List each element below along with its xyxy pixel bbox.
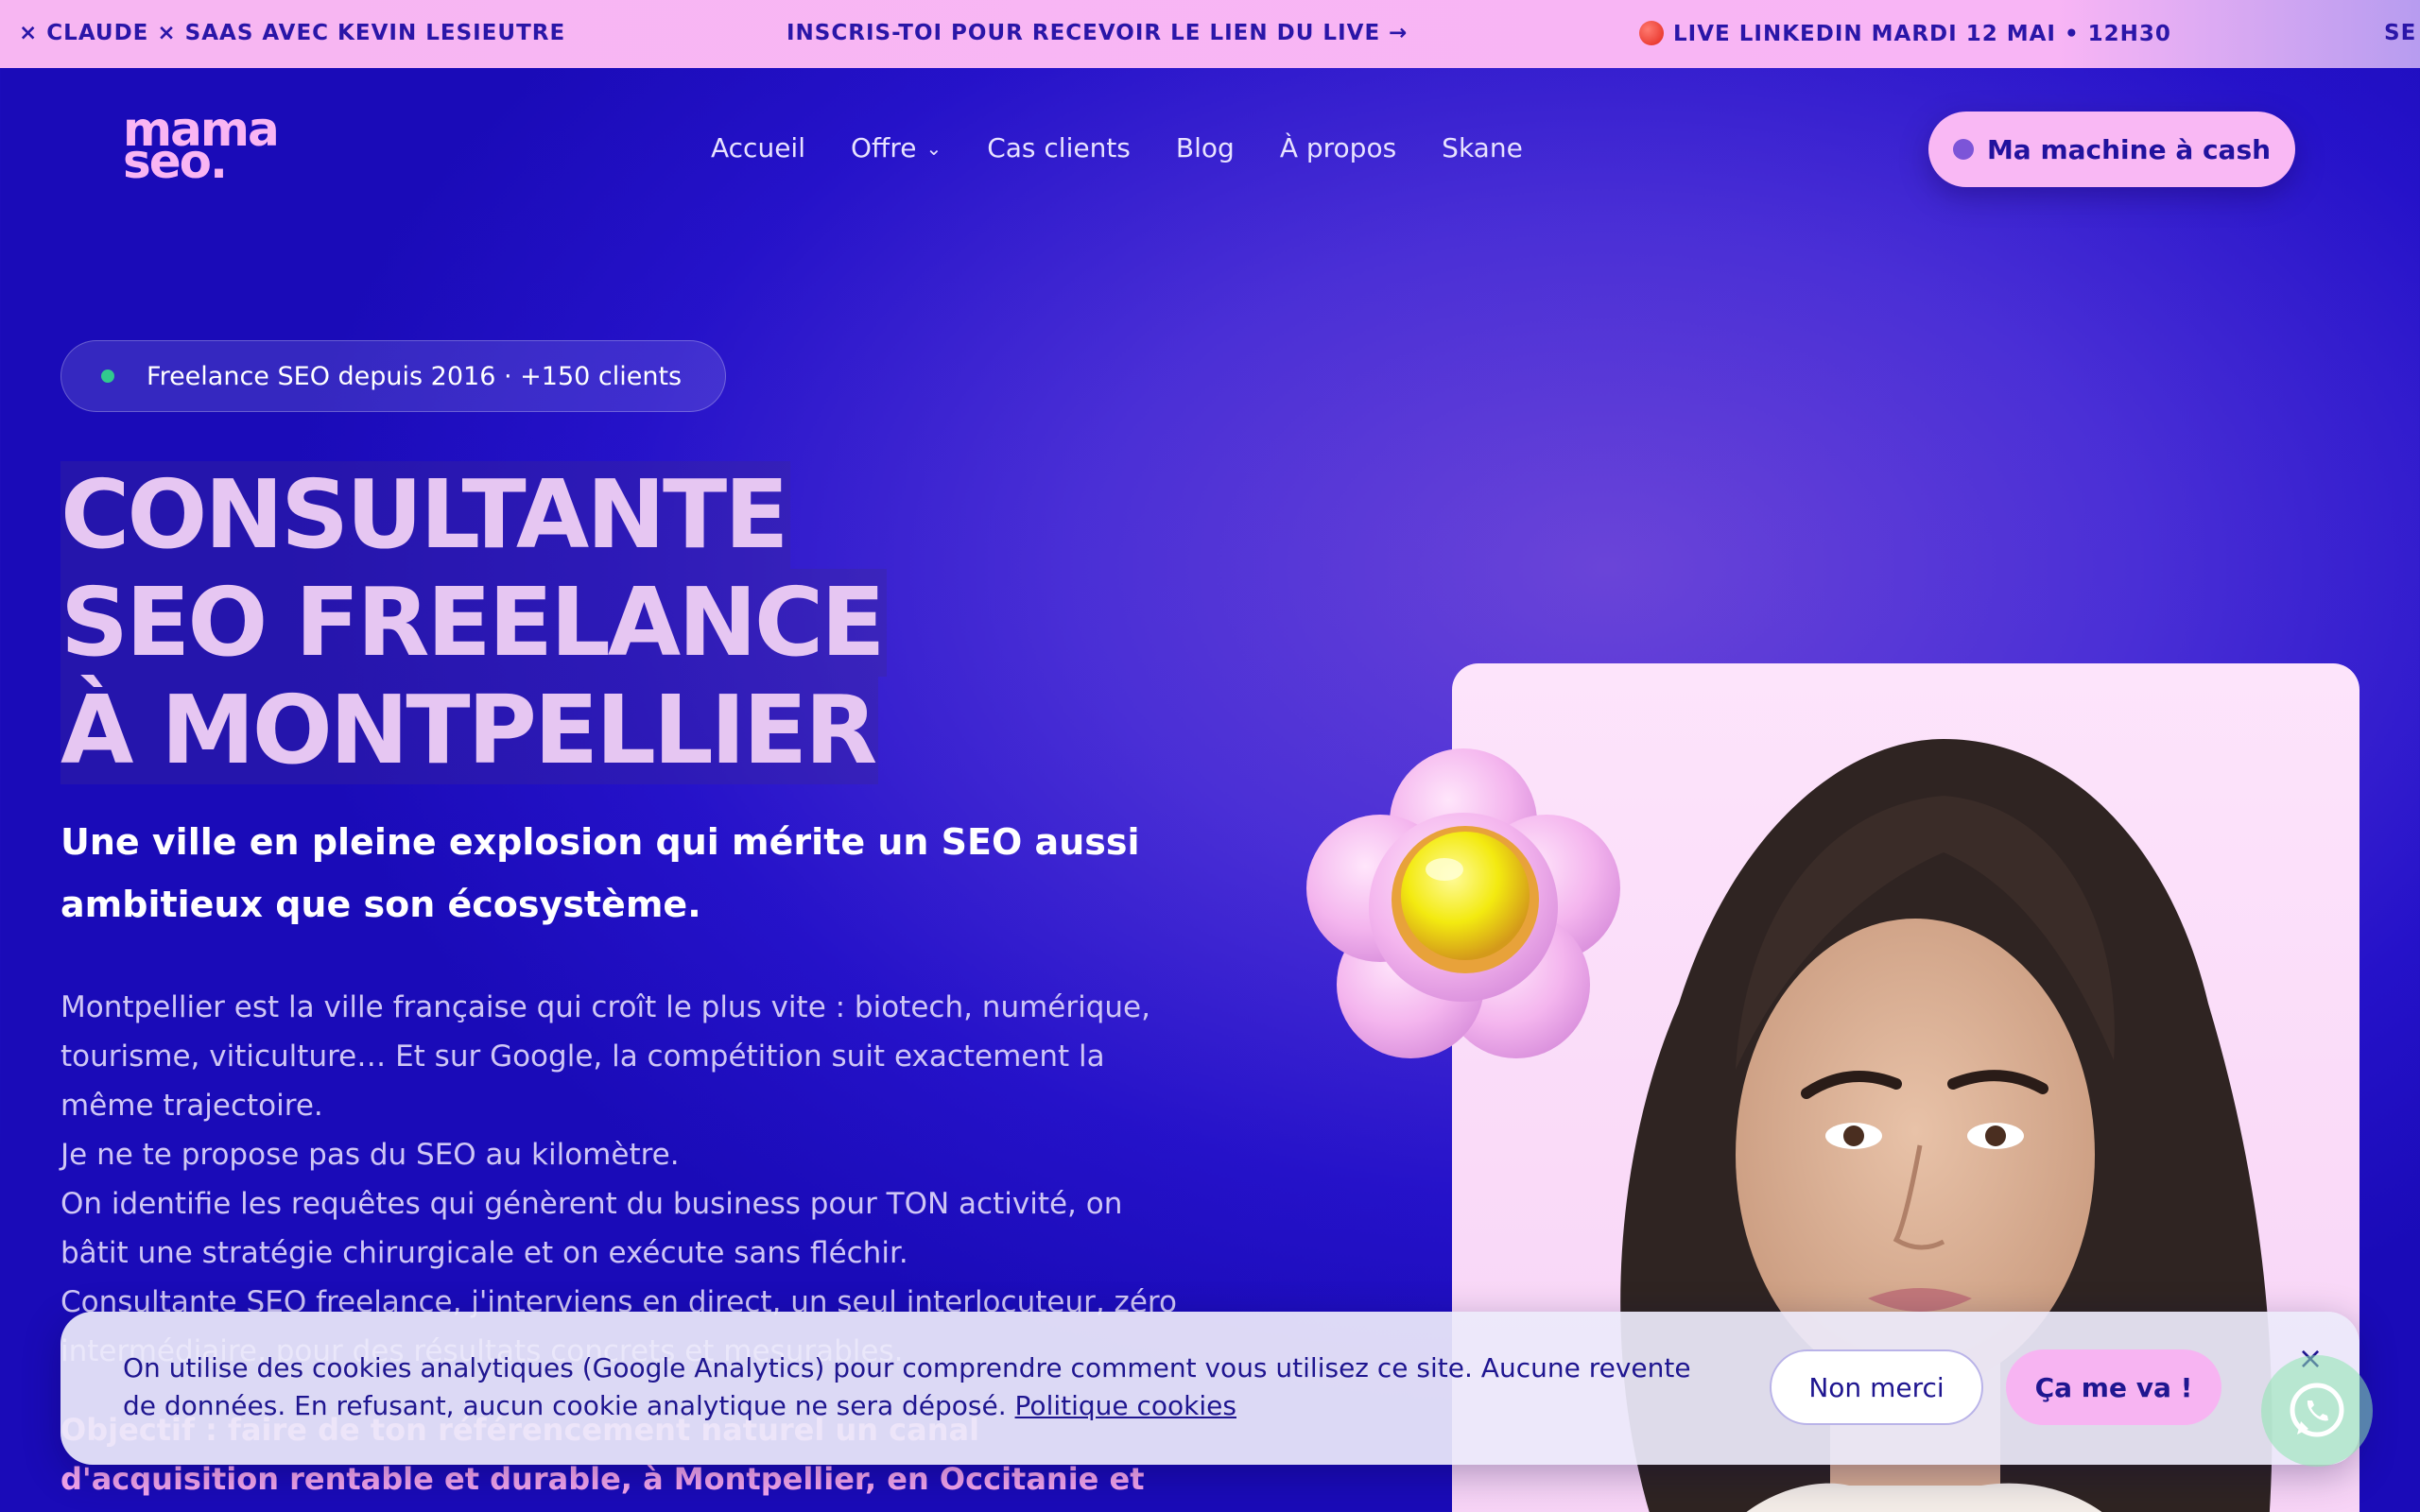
hero-paragraph: On identifie les requêtes qui génèrent d… [60,1187,1123,1270]
nav-item-accueil[interactable]: Accueil [711,132,805,163]
purple-dot-icon [1952,139,1974,160]
accept-cookies-button[interactable]: Ça me va ! [2006,1349,2221,1425]
green-dot-icon [101,369,114,383]
hero-paragraph: Je ne te propose pas du SEO au kilomètre… [60,1138,680,1172]
cookie-banner: On utilise des cookies analytiques (Goog… [60,1312,2360,1465]
cookie-text: On utilise des cookies analytiques (Goog… [123,1352,1691,1421]
red-dot-icon [1639,21,1664,45]
whatsapp-icon [2290,1383,2344,1437]
experience-badge: Freelance SEO depuis 2016 · +150 clients [60,340,726,412]
main-nav: Accueil Offre ⌄ Cas clients Blog À propos… [711,132,1568,163]
announcement-ticker[interactable]: × CLAUDE × SAAS AVEC KEVIN LESIEUTRE INS… [0,0,2420,68]
page-title: CONSULTANTE SEO FREELANCE À MONTPELLIER [60,461,887,784]
site-logo[interactable]: mama seo. [123,106,280,185]
nav-item-blog[interactable]: Blog [1176,132,1235,163]
whatsapp-button[interactable] [2261,1355,2373,1467]
hero-subtitle: Une ville en pleine explosion qui mérite… [60,821,1140,925]
ticker-item: SE [2384,21,2417,45]
cash-machine-button[interactable]: Ma machine à cash [1928,112,2295,187]
chevron-down-icon: ⌄ [925,136,942,160]
ticker-item-live-date: LIVE LINKEDIN MARDI 12 MAI • 12H30 [1639,21,2171,46]
nav-item-offre[interactable]: Offre ⌄ [851,132,942,163]
ticker-item: × CLAUDE × SAAS AVEC KEVIN LESIEUTRE [19,21,566,45]
ticker-item-live-signup-link[interactable]: INSCRIS-TOI POUR RECEVOIR LE LIEN DU LIV… [786,21,1408,45]
nav-item-skane[interactable]: Skane [1442,132,1523,163]
cookie-policy-link[interactable]: Politique cookies [1015,1390,1236,1421]
decline-cookies-button[interactable]: Non merci [1770,1349,1983,1425]
flower-decoration-icon [1306,748,1620,1058]
nav-item-cas-clients[interactable]: Cas clients [987,132,1131,163]
nav-item-a-propos[interactable]: À propos [1280,132,1396,163]
hero-paragraph: Montpellier est la ville française qui c… [60,990,1150,1123]
